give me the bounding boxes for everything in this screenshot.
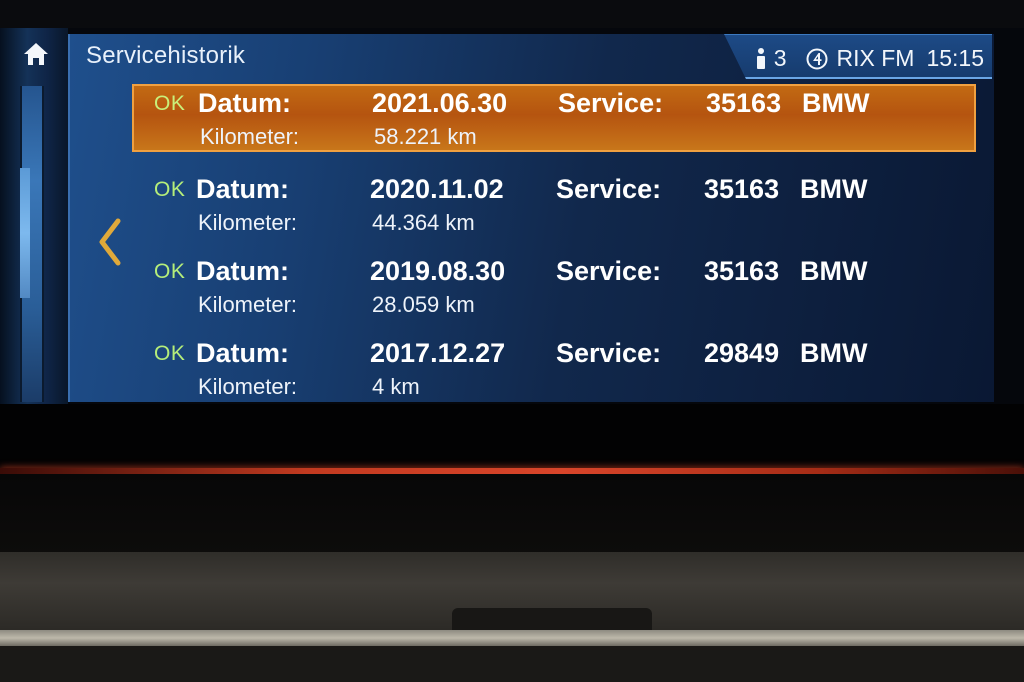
- date-label: Datum:: [198, 88, 291, 118]
- service-brand: BMW: [800, 256, 868, 286]
- date-label: Datum:: [196, 174, 289, 204]
- radio-preset-icon: [806, 48, 828, 69]
- kilometer-value: 44.364 km: [372, 210, 475, 235]
- service-code: 35163: [704, 256, 780, 286]
- service-code: 29849: [704, 338, 780, 368]
- clock: 15:15: [926, 45, 984, 71]
- status-tab[interactable]: 3 RIX FM 15:15: [724, 34, 992, 79]
- dashboard-groove: [452, 608, 652, 630]
- service-history-list: OK Datum: 2021.06.30 Service: 35163 BMW …: [132, 84, 976, 414]
- info-indicator[interactable]: 3: [754, 45, 787, 72]
- radio-indicator[interactable]: RIX FM: [806, 45, 914, 72]
- kilometer-label: Kilometer:: [200, 124, 300, 149]
- home-button[interactable]: [20, 38, 52, 70]
- kilometer-value: 4 km: [372, 374, 420, 399]
- date-label: Datum:: [196, 338, 289, 368]
- status-ok-label: OK: [154, 92, 186, 115]
- scrollbar-thumb[interactable]: [20, 168, 30, 298]
- status-ok-label: OK: [154, 260, 186, 283]
- service-label: Service:: [558, 88, 664, 118]
- date-value: 2017.12.27: [370, 338, 506, 368]
- service-code: 35163: [704, 174, 780, 204]
- info-icon: [756, 47, 765, 69]
- service-code: 35163: [706, 88, 782, 118]
- status-ok-label: OK: [154, 178, 186, 201]
- service-brand: BMW: [802, 88, 870, 118]
- kilometer-value: 58.221 km: [374, 124, 477, 149]
- radio-station: RIX FM: [836, 45, 915, 71]
- service-label: Service:: [556, 174, 662, 204]
- service-entry-1[interactable]: OK Datum: 2021.06.30 Service: 35163 BMW …: [132, 84, 976, 152]
- service-entry-3[interactable]: OK Datum: 2019.08.30 Service: 35163 BMW …: [132, 250, 976, 332]
- dashboard-edge-trim: [0, 630, 1024, 646]
- lower-dash-panel: [0, 474, 1024, 554]
- home-icon: [24, 43, 48, 65]
- date-value: 2019.08.30: [370, 256, 506, 286]
- side-rail: [0, 28, 68, 404]
- kilometer-label: Kilometer:: [198, 292, 298, 317]
- header-bar: Servicehistorik 3 RIX FM 15:15: [68, 34, 992, 79]
- back-button[interactable]: [96, 218, 122, 266]
- screen-bezel: [0, 404, 1024, 468]
- date-label: Datum:: [196, 256, 289, 286]
- chevron-left-icon: [99, 218, 121, 266]
- date-value: 2020.11.02: [370, 174, 504, 204]
- service-brand: BMW: [800, 338, 868, 368]
- page-title: Servicehistorik: [86, 42, 246, 69]
- kilometer-label: Kilometer:: [198, 210, 298, 235]
- service-brand: BMW: [800, 174, 868, 204]
- status-ok-label: OK: [154, 342, 186, 365]
- kilometer-value: 28.059 km: [372, 292, 475, 317]
- info-count: 3: [773, 45, 787, 71]
- service-label: Service:: [556, 256, 662, 286]
- date-value: 2021.06.30: [372, 88, 508, 118]
- kilometer-label: Kilometer:: [198, 374, 298, 399]
- service-entry-4[interactable]: OK Datum: 2017.12.27 Service: 29849 BMW …: [132, 332, 976, 414]
- service-label: Service:: [556, 338, 662, 368]
- dashboard-bottom: [0, 646, 1024, 682]
- service-entry-2[interactable]: OK Datum: 2020.11.02 Service: 35163 BMW …: [132, 168, 976, 250]
